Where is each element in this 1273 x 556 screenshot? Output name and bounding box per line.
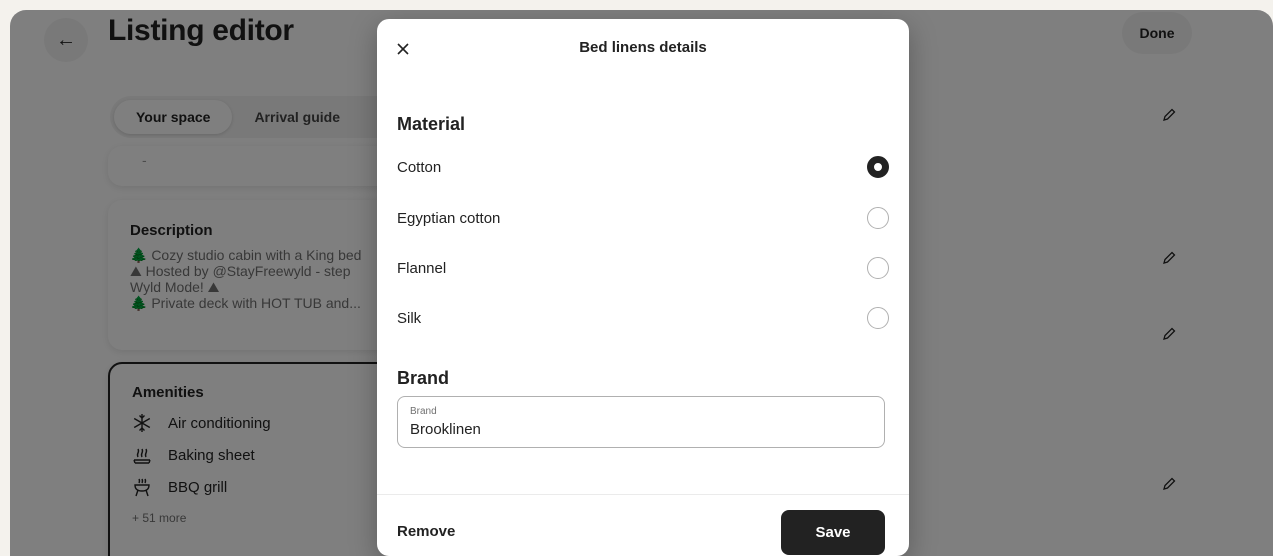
save-button[interactable]: Save [781, 510, 885, 555]
material-heading: Material [397, 114, 466, 134]
bed-linens-modal: Bed linens details Material Cotton Egypt… [377, 19, 909, 556]
brand-heading: Brand [397, 368, 450, 388]
material-option-egyptian-cotton[interactable]: Egyptian cotton [397, 198, 889, 238]
material-option-flannel[interactable]: Flannel [397, 248, 889, 288]
app-frame: ← Listing editor Done Your space Arrival… [10, 10, 1273, 556]
option-label: Flannel [397, 259, 447, 277]
radio-button[interactable] [867, 307, 889, 329]
option-label: Cotton [397, 158, 442, 176]
brand-input[interactable]: Brand Brooklinen [397, 396, 885, 448]
brand-field-value[interactable]: Brooklinen [410, 421, 481, 438]
radio-button[interactable] [867, 257, 889, 279]
radio-button[interactable] [867, 156, 889, 178]
material-option-cotton[interactable]: Cotton [397, 147, 889, 187]
option-label: Silk [397, 309, 422, 327]
brand-field-label: Brand [410, 406, 437, 417]
remove-button[interactable]: Remove [397, 523, 455, 540]
modal-title: Bed linens details [579, 39, 707, 56]
material-option-silk[interactable]: Silk [397, 298, 889, 338]
option-label: Egyptian cotton [397, 209, 501, 227]
radio-button[interactable] [867, 207, 889, 229]
modal-header: Bed linens details [377, 19, 909, 77]
modal-footer: Remove Save [377, 494, 909, 556]
